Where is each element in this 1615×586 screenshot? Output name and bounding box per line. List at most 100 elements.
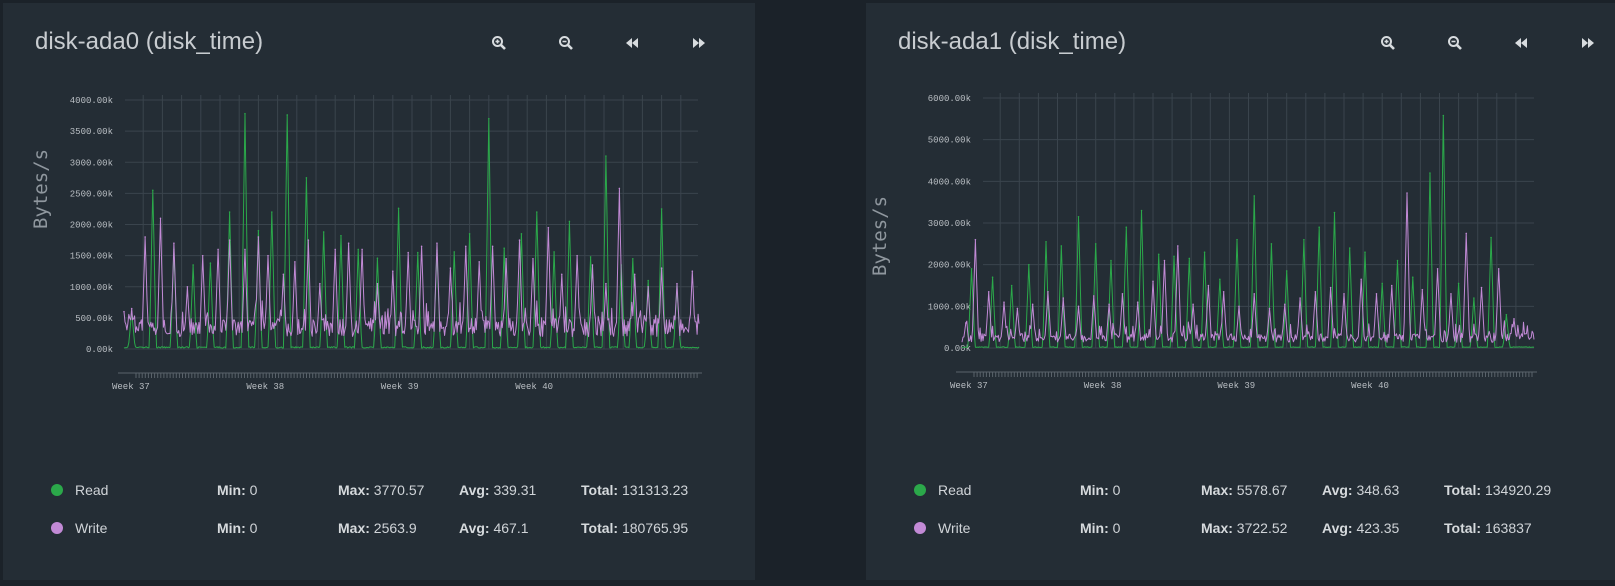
- data-point-write: [676, 282, 678, 285]
- chart-card-ada0: disk-ada0 (disk_time) 0.00k 500.00k 1000.0…: [3, 3, 755, 580]
- data-point-read: [991, 276, 994, 278]
- data-point-write: [1390, 284, 1393, 287]
- y-tick-label: 2000.00k: [928, 261, 971, 271]
- data-point-write: [1406, 192, 1408, 194]
- data-point-write: [591, 264, 594, 266]
- stat-max: Max: 2563.9: [338, 520, 417, 536]
- y-tick-label: 3000.00k: [70, 158, 113, 168]
- y-tick-label: 5000.00k: [928, 136, 971, 146]
- data-point-read: [257, 229, 260, 232]
- y-tick-label: 6000.00k: [928, 94, 971, 104]
- data-point-read: [1473, 297, 1475, 299]
- stat-max: Max: 3722.52: [1201, 520, 1288, 536]
- data-point-write: [1222, 290, 1225, 293]
- data-point-read: [1303, 238, 1305, 241]
- legend-label-read: Read: [938, 482, 972, 498]
- data-point-write: [201, 254, 204, 257]
- data-point-write: [123, 310, 125, 313]
- legend-label-read: Read: [75, 482, 109, 498]
- data-point-write: [420, 245, 423, 248]
- data-point-write: [1031, 303, 1034, 306]
- data-point-read: [286, 114, 289, 116]
- data-point-read: [152, 189, 154, 192]
- data-point-write: [1003, 301, 1005, 303]
- data-point-write: [334, 248, 337, 251]
- data-point-read: [503, 247, 505, 249]
- data-point-read: [376, 257, 379, 259]
- data-point-write: [1513, 318, 1515, 320]
- data-point-read: [1381, 282, 1383, 285]
- x-tick-label: Week 40: [515, 382, 553, 392]
- legend-label-write: Write: [938, 520, 971, 536]
- data-point-write: [647, 285, 649, 288]
- data-point-write: [560, 273, 563, 276]
- y-tick-label: 4000.00k: [70, 96, 113, 106]
- data-point-write: [307, 239, 310, 241]
- data-point-write: [974, 238, 977, 241]
- data-point-write: [691, 270, 694, 272]
- legend-row-read: Read Min: 0 Max: 3770.57 Avg: 339.31 Tot…: [3, 481, 755, 501]
- data-point-write: [267, 254, 269, 257]
- data-point-read: [647, 279, 649, 282]
- read-legend-dot: [914, 484, 926, 496]
- data-point-read: [1364, 251, 1366, 253]
- data-point-write: [605, 282, 607, 285]
- data-point-write: [547, 226, 550, 229]
- data-point-write: [244, 248, 246, 251]
- data-point-write: [294, 261, 296, 263]
- data-point-read: [1045, 240, 1047, 243]
- data-point-write: [1092, 295, 1095, 297]
- y-tick-label: 0.00k: [86, 345, 113, 355]
- legend-row-write: Write Min: 0 Max: 2563.9 Avg: 467.1 Tota…: [3, 519, 755, 539]
- data-point-read: [1203, 251, 1206, 253]
- y-tick-label: 2500.00k: [70, 189, 113, 199]
- data-point-write: [1047, 290, 1049, 293]
- data-point-write: [1329, 286, 1332, 289]
- data-point-read: [1285, 270, 1288, 272]
- data-point-read: [1157, 253, 1160, 256]
- data-point-write: [1436, 268, 1439, 270]
- data-point-read: [397, 207, 400, 210]
- data-point-write: [1163, 259, 1166, 262]
- data-point-write: [532, 257, 534, 260]
- data-point-write: [1136, 301, 1139, 303]
- y-tick-label: 1500.00k: [70, 252, 113, 262]
- data-point-read: [209, 262, 212, 264]
- y-tick-label: 500.00k: [75, 314, 113, 324]
- data-point-read: [589, 256, 592, 258]
- data-point-write: [518, 239, 521, 241]
- data-point-write: [407, 251, 409, 254]
- data-point-read: [228, 211, 231, 213]
- data-point-read: [605, 155, 607, 157]
- data-point-write: [159, 217, 162, 220]
- stat-max: Max: 3770.57: [338, 482, 425, 498]
- x-tick-label: Week 39: [381, 382, 419, 392]
- data-point-read: [1333, 211, 1336, 214]
- data-point-read: [553, 251, 555, 253]
- data-point-write: [1016, 307, 1019, 310]
- data-point-write: [491, 245, 494, 248]
- x-tick-label: Week 38: [1084, 381, 1122, 391]
- write-legend-dot: [51, 522, 63, 534]
- write-legend-dot: [914, 522, 926, 534]
- y-tick-label: 4000.00k: [928, 177, 971, 187]
- stat-min: Min: 0: [1080, 520, 1121, 536]
- x-tick-label: Week 40: [1351, 381, 1389, 391]
- data-point-read: [488, 117, 490, 120]
- data-point-read: [660, 208, 663, 210]
- stat-avg: Avg: 467.1: [459, 520, 529, 536]
- data-point-read: [1411, 276, 1414, 278]
- data-point-read: [271, 211, 273, 213]
- data-point-read: [1318, 226, 1320, 228]
- data-point-write: [347, 242, 350, 244]
- data-point-write: [361, 248, 363, 251]
- data-point-write: [505, 257, 507, 260]
- data-point-write: [376, 282, 379, 285]
- data-point-write: [478, 261, 481, 263]
- data-point-read: [305, 177, 308, 179]
- y-tick-label: 3000.00k: [928, 219, 971, 229]
- data-point-read: [1010, 284, 1013, 287]
- data-point-read: [340, 234, 342, 237]
- data-point-read: [1077, 215, 1080, 218]
- data-point-write: [1253, 293, 1256, 295]
